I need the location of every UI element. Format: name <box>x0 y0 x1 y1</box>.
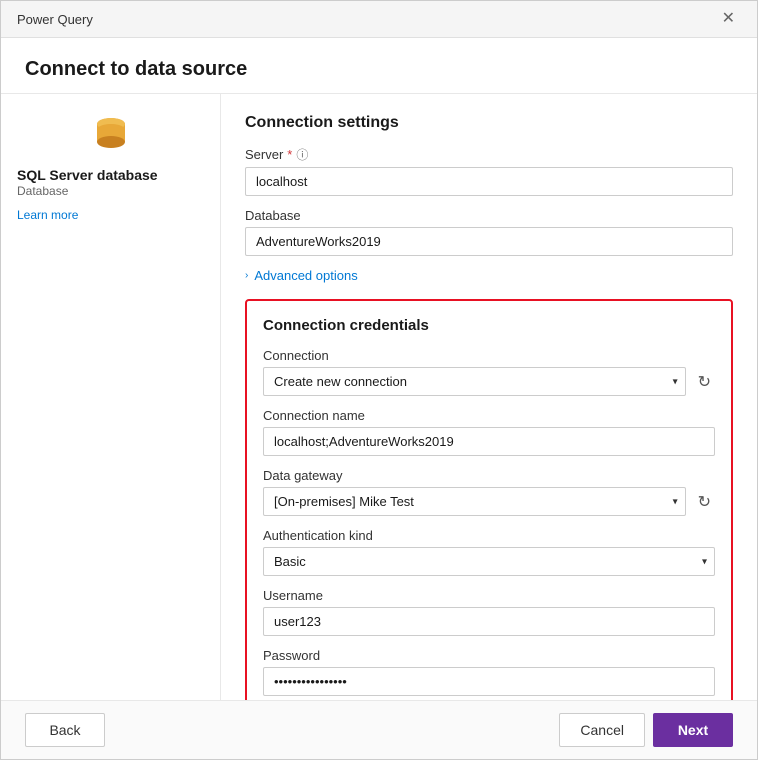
db-icon-container <box>17 114 204 154</box>
password-input[interactable] <box>263 667 715 696</box>
credentials-box: Connection credentials Connection Create… <box>245 299 733 700</box>
username-field-group: Username <box>263 588 715 636</box>
sidebar-db-type: Database <box>17 184 204 198</box>
learn-more-link[interactable]: Learn more <box>17 208 78 222</box>
connection-select[interactable]: Create new connection <box>263 367 686 396</box>
dialog-title: Power Query <box>17 12 93 27</box>
gateway-field-group: Data gateway [On-premises] Mike Test ▾ ↻ <box>263 468 715 516</box>
footer-right: Cancel Next <box>559 713 733 747</box>
password-field-group: Password <box>263 648 715 696</box>
gateway-label: Data gateway <box>263 468 715 483</box>
connection-name-label: Connection name <box>263 408 715 423</box>
footer-left: Back <box>25 713 105 747</box>
credentials-title: Connection credentials <box>263 317 715 334</box>
gateway-select[interactable]: [On-premises] Mike Test <box>263 487 686 516</box>
cancel-button[interactable]: Cancel <box>559 713 645 747</box>
next-button[interactable]: Next <box>653 713 733 747</box>
close-button[interactable]: ✕ <box>716 9 741 29</box>
main-content: Connection settings Server * ⓘ Database <box>221 94 757 700</box>
chevron-right-icon: › <box>245 270 248 281</box>
database-label: Database <box>245 208 733 223</box>
connection-name-field-group: Connection name <box>263 408 715 456</box>
page-title: Connect to data source <box>25 58 733 81</box>
connection-label: Connection <box>263 348 715 363</box>
database-input[interactable] <box>245 227 733 256</box>
sql-server-icon <box>91 114 131 154</box>
server-label: Server * ⓘ <box>245 146 733 163</box>
advanced-options-toggle[interactable]: › Advanced options <box>245 268 733 283</box>
gateway-select-row: [On-premises] Mike Test ▾ ↻ <box>263 487 715 516</box>
password-label: Password <box>263 648 715 663</box>
connection-name-input[interactable] <box>263 427 715 456</box>
server-info-icon[interactable]: ⓘ <box>296 146 308 163</box>
database-field-group: Database <box>245 208 733 256</box>
username-input[interactable] <box>263 607 715 636</box>
connection-select-row: Create new connection ▾ ↻ <box>263 367 715 396</box>
auth-kind-select-wrap: Basic ▾ <box>263 547 715 576</box>
connection-field-group: Connection Create new connection ▾ ↻ <box>263 348 715 396</box>
advanced-options-label: Advanced options <box>254 268 357 283</box>
dialog-body: Connect to data source SQL Server databa… <box>1 38 757 700</box>
auth-kind-select[interactable]: Basic <box>263 547 715 576</box>
connection-settings-title: Connection settings <box>245 114 733 132</box>
auth-kind-label: Authentication kind <box>263 528 715 543</box>
title-bar: Power Query ✕ <box>1 1 757 38</box>
dialog-footer: Back Cancel Next <box>1 700 757 759</box>
back-button[interactable]: Back <box>25 713 105 747</box>
server-required: * <box>287 147 292 162</box>
gateway-refresh-button[interactable]: ↻ <box>694 488 715 516</box>
sidebar-db-name: SQL Server database <box>17 166 204 184</box>
dialog-header: Connect to data source <box>1 38 757 94</box>
gateway-select-wrap: [On-premises] Mike Test ▾ <box>263 487 686 516</box>
connection-select-wrap: Create new connection ▾ <box>263 367 686 396</box>
connection-refresh-button[interactable]: ↻ <box>694 368 715 396</box>
power-query-dialog: Power Query ✕ Connect to data source <box>0 0 758 760</box>
auth-kind-field-group: Authentication kind Basic ▾ <box>263 528 715 576</box>
server-input[interactable] <box>245 167 733 196</box>
sidebar: SQL Server database Database Learn more <box>1 94 221 700</box>
content-area: SQL Server database Database Learn more … <box>1 94 757 700</box>
username-label: Username <box>263 588 715 603</box>
server-field-group: Server * ⓘ <box>245 146 733 196</box>
